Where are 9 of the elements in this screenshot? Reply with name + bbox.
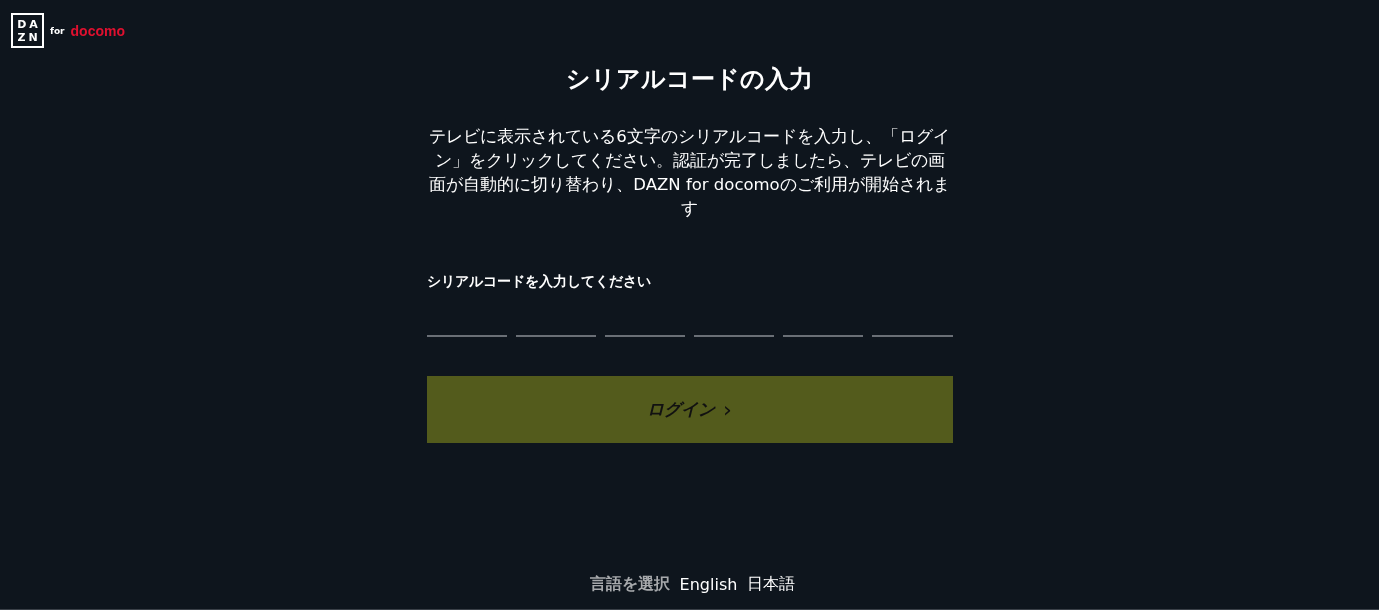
language-label: 言語を選択 (589, 574, 670, 595)
instructions-text: テレビに表示されている6文字のシリアルコードを入力し、「ログイン」をクリックしてください。認証が完了しましたら、テレビの画面が自動的に切り替わり、DAZN for docomoのご利用が開始されます (428, 126, 951, 220)
language-link[interactable]: 日本語 (747, 574, 796, 595)
partner-logo-text: docomo (70, 22, 125, 39)
logo-mark: DA ZN (11, 13, 44, 48)
language-link[interactable]: English (679, 575, 738, 594)
page-title: シリアルコードの入力 (566, 64, 813, 95)
logo-for-text: for (50, 25, 65, 36)
code-label: シリアルコードを入力してください (426, 273, 651, 291)
